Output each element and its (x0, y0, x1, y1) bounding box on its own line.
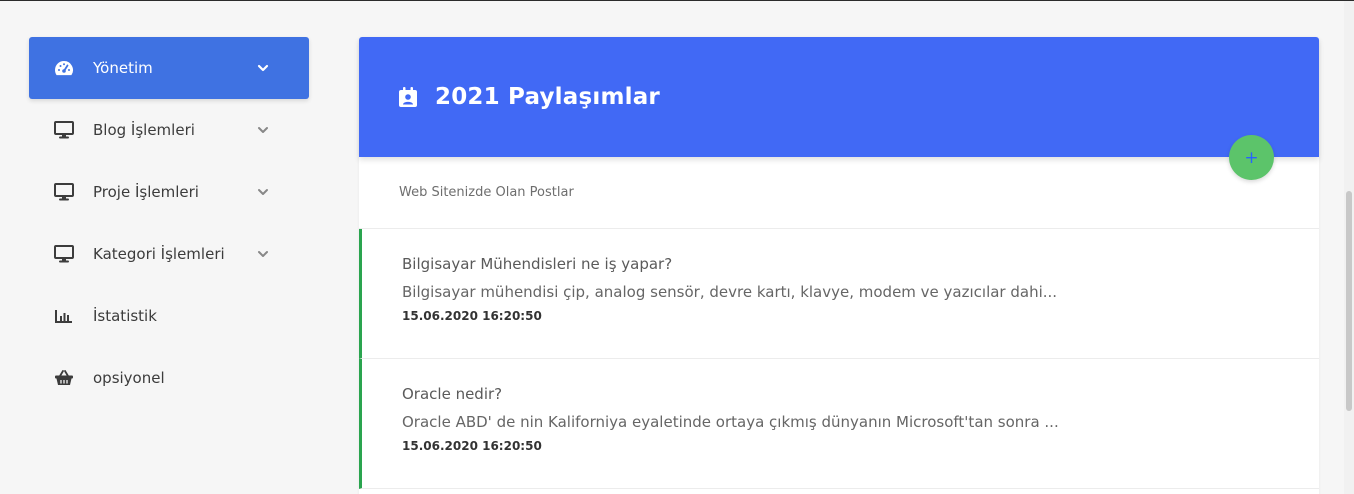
sidebar-item-istatistik[interactable]: İstatistik (29, 285, 309, 347)
post-title[interactable]: Oracle nedir? (402, 385, 1319, 403)
sidebar-item-label: İstatistik (93, 307, 157, 325)
card-subtitle-row: Web Sitenizde Olan Postlar (359, 157, 1319, 229)
card-header: 2021 Paylaşımlar (359, 37, 1319, 157)
post-date: 15.06.2020 16:20:50 (402, 439, 542, 453)
card-subtitle: Web Sitenizde Olan Postlar (399, 185, 574, 200)
chevron-down-icon (258, 189, 268, 195)
post-excerpt: Bilgisayar mühendisi çip, analog sensör,… (402, 283, 1058, 301)
posts-card: 2021 Paylaşımlar + Web Sitenizde Olan Po… (359, 37, 1319, 494)
monitor-icon (54, 244, 74, 264)
sidebar-item-opsiyonel[interactable]: opsiyonel (29, 347, 309, 409)
scrollbar-thumb[interactable] (1346, 191, 1352, 411)
sidebar-item-label: Proje İşlemleri (93, 183, 199, 201)
add-post-button[interactable]: + (1229, 135, 1274, 180)
chevron-down-icon (258, 127, 268, 133)
page-scrollbar[interactable] (1344, 1, 1354, 494)
chevron-down-icon (258, 251, 268, 257)
sidebar-item-label: Blog İşlemleri (93, 121, 195, 139)
sidebar-item-label: Kategori İşlemleri (93, 245, 225, 263)
dashboard-icon (54, 58, 74, 78)
sidebar-item-blog[interactable]: Blog İşlemleri (29, 99, 309, 161)
list-item[interactable]: Bilgisayar Mühendisleri ne iş yapar? Bil… (359, 229, 1319, 359)
calendar-user-icon (399, 87, 417, 107)
sidebar-item-yonetim[interactable]: Yönetim (29, 37, 309, 99)
sidebar-item-kategori[interactable]: Kategori İşlemleri (29, 223, 309, 285)
monitor-icon (54, 182, 74, 202)
sidebar-item-label: Yönetim (93, 59, 153, 77)
basket-icon (54, 368, 74, 388)
list-item[interactable]: Oracle nedir? Oracle ABD' de nin Kalifor… (359, 359, 1319, 489)
post-title[interactable]: Bilgisayar Mühendisleri ne iş yapar? (402, 255, 1319, 273)
post-date: 15.06.2020 16:20:50 (402, 309, 542, 323)
bar-chart-icon (54, 306, 74, 326)
sidebar-item-label: opsiyonel (93, 369, 165, 387)
chevron-down-icon (257, 64, 269, 72)
post-excerpt: Oracle ABD' de nin Kaliforniya eyaletind… (402, 413, 1059, 431)
sidebar-item-proje[interactable]: Proje İşlemleri (29, 161, 309, 223)
page-title: 2021 Paylaşımlar (435, 84, 660, 110)
monitor-icon (54, 120, 74, 140)
sidebar: Yönetim Blog İşlemleri Proje İşlemleri K… (29, 37, 309, 409)
